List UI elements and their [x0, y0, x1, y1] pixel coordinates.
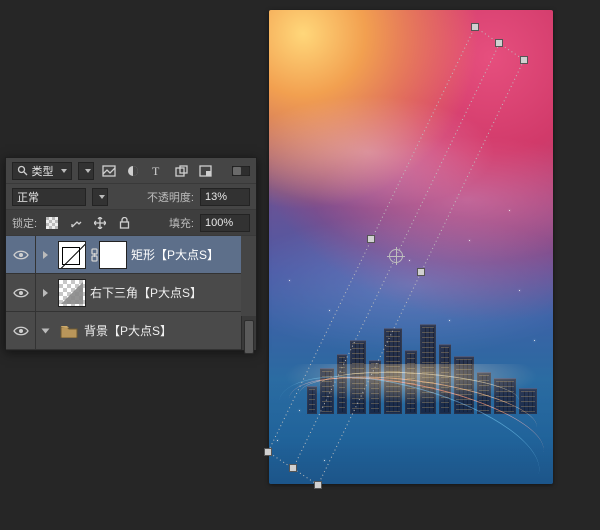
link-icon	[90, 241, 99, 269]
eye-icon	[13, 325, 29, 337]
fill-value: 100%	[205, 217, 233, 229]
visibility-toggle[interactable]	[6, 274, 36, 311]
layer-row[interactable]: 右下三角【P大点S】	[6, 274, 241, 312]
layer-name: 矩形【P大点S】	[131, 246, 219, 263]
expand-toggle[interactable]	[36, 312, 54, 349]
fill-field[interactable]: 100%	[200, 214, 250, 232]
blend-mode-stepper[interactable]	[92, 188, 108, 206]
blend-mode-dropdown[interactable]: 正常	[12, 188, 86, 206]
layer-row[interactable]: 背景【P大点S】	[6, 312, 241, 350]
layer-name: 右下三角【P大点S】	[90, 284, 202, 301]
filter-kind-dropdown[interactable]: 类型	[12, 162, 72, 180]
blend-row: 正常 不透明度: 13%	[6, 184, 256, 210]
fill-label: 填充:	[169, 215, 194, 231]
canvas-artwork[interactable]	[269, 10, 553, 484]
expand-toggle[interactable]	[36, 236, 54, 273]
filter-smart-icon[interactable]	[196, 162, 214, 180]
filter-pixel-icon[interactable]	[100, 162, 118, 180]
layer-filter-row: 类型 T	[6, 158, 256, 184]
folder-icon	[60, 324, 78, 338]
filter-kind-stepper[interactable]	[78, 162, 94, 180]
eye-icon	[13, 249, 29, 261]
scrollbar-thumb[interactable]	[244, 320, 254, 354]
layer-thumbnail[interactable]	[58, 279, 86, 307]
lock-row: 锁定: 填充: 100%	[6, 210, 256, 236]
layers-scrollbar[interactable]	[241, 316, 256, 350]
lock-transparent-icon[interactable]	[43, 214, 61, 232]
reflection-decor	[269, 364, 553, 484]
opacity-field[interactable]: 13%	[200, 188, 250, 206]
filter-toggle-switch[interactable]	[232, 162, 250, 180]
filter-adjust-icon[interactable]	[124, 162, 142, 180]
filter-shape-icon[interactable]	[172, 162, 190, 180]
opacity-label: 不透明度:	[147, 189, 194, 205]
layers-panel: 类型 T 正常 不透明度: 13%	[5, 157, 257, 351]
opacity-value: 13%	[205, 191, 227, 203]
lock-pixels-icon[interactable]	[67, 214, 85, 232]
expand-toggle[interactable]	[36, 274, 54, 311]
layer-thumbnail[interactable]	[58, 241, 86, 269]
layers-list: 矩形【P大点S】 右下三角【P大点S】 背景【P大点S】	[6, 236, 256, 350]
visibility-toggle[interactable]	[6, 312, 36, 349]
svg-text:T: T	[152, 165, 160, 177]
filter-type-icon[interactable]: T	[148, 162, 166, 180]
blend-mode-value: 正常	[17, 189, 39, 205]
filter-kind-label: 类型	[32, 163, 54, 179]
lock-all-icon[interactable]	[115, 214, 133, 232]
visibility-toggle[interactable]	[6, 236, 36, 273]
layer-name: 背景【P大点S】	[84, 322, 172, 339]
lock-position-icon[interactable]	[91, 214, 109, 232]
eye-icon	[13, 287, 29, 299]
layer-row[interactable]: 矩形【P大点S】	[6, 236, 241, 274]
layer-mask-thumbnail[interactable]	[99, 241, 127, 269]
search-icon	[17, 165, 28, 176]
lock-label: 锁定:	[12, 215, 37, 231]
